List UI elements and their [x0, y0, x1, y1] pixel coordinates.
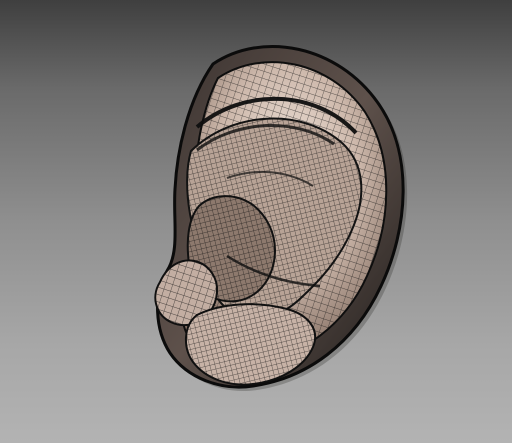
3d-viewport[interactable] [0, 0, 512, 443]
ear-wireframe-render [154, 45, 408, 392]
